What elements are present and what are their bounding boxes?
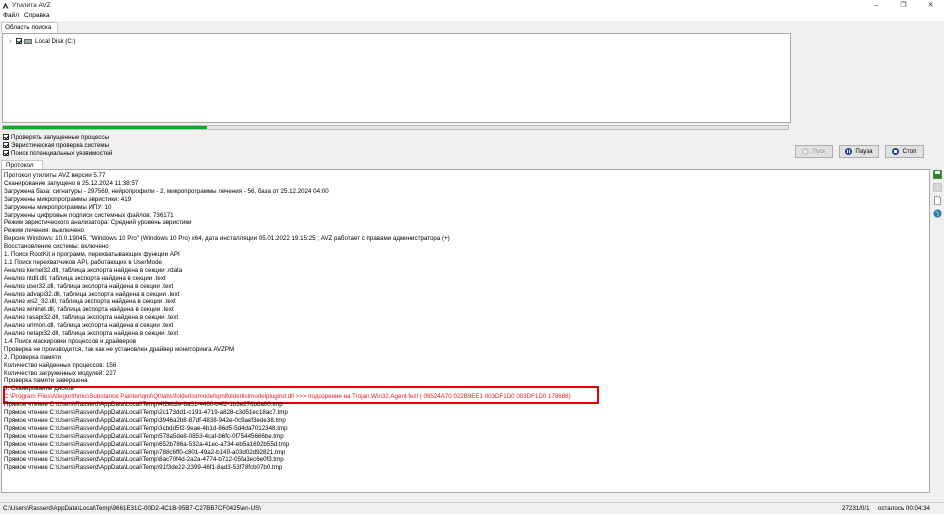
log-line: Анализ kernel32.dll, таблица экспорта на… xyxy=(4,266,183,274)
heuristic-check-checkbox[interactable] xyxy=(3,142,9,148)
log-line: Проверка не производится, так как не уст… xyxy=(4,345,235,353)
log-line: Проверка памяти завершена xyxy=(4,377,88,385)
option-label: Эвристическая проверка системы xyxy=(11,141,110,149)
save-log-icon[interactable] xyxy=(933,170,942,179)
log-line: Анализ advapi32.dll, таблица экспорта на… xyxy=(4,290,180,298)
tab-search-area[interactable]: Область поиска xyxy=(1,22,58,33)
stop-button[interactable]: Стоп xyxy=(885,145,924,158)
option-vulnerabilities[interactable]: Поиск потенциальных уязвимостей xyxy=(3,149,113,157)
stop-button-label: Стоп xyxy=(902,148,917,155)
drive-icon xyxy=(24,38,32,44)
pause-button-label: Пауза xyxy=(855,148,873,155)
pause-button[interactable]: Пауза xyxy=(839,145,879,158)
log-line: Прямое чтение C:\Users\Rasserd\AppData\L… xyxy=(4,409,288,416)
log-line: Прямое чтение C:\Users\Rasserd\AppData\L… xyxy=(4,416,286,424)
menu-help[interactable]: Справка xyxy=(24,12,50,19)
log-line: Протокол утилиты AVZ версии 5.77 xyxy=(4,172,106,179)
option-label: Поиск потенциальных уязвимостей xyxy=(11,149,113,157)
stop-icon xyxy=(892,148,900,155)
menu-bar: Файл Справка xyxy=(0,11,944,21)
log-line: Прямое чтение C:\Users\Rasserd\AppData\L… xyxy=(4,432,284,440)
window-title: Утилита AVZ xyxy=(12,2,51,9)
log-line: Версия Windows: 10.0.19045, "Windows 10 … xyxy=(4,235,450,243)
avz-app-icon xyxy=(2,2,9,9)
log-line: Сканирование запущено в 25.12.2024 11:38… xyxy=(4,179,139,187)
option-heuristic-check[interactable]: Эвристическая проверка системы xyxy=(3,141,109,149)
log-line: Прямое чтение C:\Users\Rasserd\AppData\L… xyxy=(4,440,290,448)
progress-fill xyxy=(3,126,208,129)
log-line: 1.1 Поиск перехватчиков API, работающих … xyxy=(4,258,162,266)
log-line: 1. Поиск RootKit и программ, перехватыва… xyxy=(4,251,180,258)
option-check-processes[interactable]: Проверять запущенные процессы xyxy=(3,133,109,141)
log-line: 3. Сканирование дисков xyxy=(4,385,74,393)
log-line: Прямое чтение C:\Users\Rasserd\AppData\L… xyxy=(4,424,288,432)
maximize-button[interactable]: ❐ xyxy=(890,0,917,11)
log-line: Режим лечения: выключено xyxy=(4,227,85,235)
play-icon xyxy=(802,148,810,155)
log-line: Анализ user32.dll, таблица экспорта найд… xyxy=(4,282,174,290)
start-button-label: Пуск xyxy=(812,148,826,155)
log-line: 1.4 Поиск маскировки процессов и драйвер… xyxy=(4,337,136,345)
menu-file[interactable]: Файл xyxy=(3,12,19,19)
status-bar: C:\Users\Rasserd\AppData\Local\Temp\9661… xyxy=(0,502,944,514)
log-line: Загружены микропрограммы ИПУ: 10 xyxy=(4,203,112,211)
scan-progress-bar xyxy=(2,125,789,130)
log-line: Анализ ntdll.dll, таблица экспорта найде… xyxy=(4,274,166,282)
log-line-detection: C:\Program Files\Allegorithmic\Substance… xyxy=(4,393,571,401)
log-line: Анализ netapi32.dll, таблица экспорта на… xyxy=(4,330,179,337)
vulnerabilities-checkbox[interactable] xyxy=(3,150,9,156)
log-line: Анализ rasapi32.dll, таблица экспорта на… xyxy=(4,314,179,322)
chevron-right-icon[interactable]: › xyxy=(9,38,16,45)
log-line: Загружены микропрограммы эвристики: 419 xyxy=(4,195,132,203)
local-disk-checkbox[interactable] xyxy=(16,38,22,44)
log-line: Прямое чтение C:\Users\Rasserd\AppData\L… xyxy=(4,456,284,464)
log-line: Анализ urlmon.dll, таблица экспорта найд… xyxy=(4,322,174,330)
globe-icon[interactable] xyxy=(933,209,942,218)
document-icon[interactable] xyxy=(933,196,942,205)
minimize-button[interactable]: – xyxy=(863,0,890,11)
log-line: Прямое чтение C:\Users\Rasserd\AppData\L… xyxy=(4,464,283,472)
log-line: 2. Проверка памяти xyxy=(4,353,61,361)
title-bar: Утилита AVZ – ❐ ✕ xyxy=(0,0,944,11)
log-line: Восстановление системы: включено xyxy=(4,243,109,251)
log-line: Режим эвристического анализатора: Средни… xyxy=(4,219,192,227)
status-time-remaining: осталось 00:04:34 xyxy=(878,505,930,512)
log-line: Загружены цифровые подписи системных фай… xyxy=(4,211,174,219)
status-current-path: C:\Users\Rasserd\AppData\Local\Temp\9661… xyxy=(3,505,261,512)
log-line: Количество загруженных модулей: 227 xyxy=(4,369,117,377)
log-line: Количество найденных процессов: 156 xyxy=(4,361,117,369)
protocol-log[interactable]: Протокол утилиты AVZ версии 5.77 Сканиров… xyxy=(1,169,930,493)
close-button[interactable]: ✕ xyxy=(917,0,944,11)
tree-row-local-disk[interactable]: › Local Disk (C:) xyxy=(9,37,76,45)
log-line: Анализ ws2_32.dll, таблица экспорта найд… xyxy=(4,298,176,306)
log-line: Анализ wininet.dll, таблица экспорта най… xyxy=(4,306,174,314)
log-line: Загружена база: сигнатуры - 297569, нейр… xyxy=(4,187,329,195)
check-processes-checkbox[interactable] xyxy=(3,134,9,140)
option-label: Проверять запущенные процессы xyxy=(11,133,109,141)
start-button[interactable]: Пуск xyxy=(795,145,833,158)
log-line: Прямое чтение C:\Users\Rasserd\AppData\L… xyxy=(4,448,286,456)
drive-label: Local Disk (C:) xyxy=(35,37,76,45)
log-line: Прямое чтение C:\Users\Rasserd\AppData\L… xyxy=(4,401,283,409)
disabled-tool-icon xyxy=(933,183,942,192)
pause-icon xyxy=(845,148,853,155)
search-area-tree: › Local Disk (C:) xyxy=(2,33,791,123)
status-file-count: 27231/0/1 xyxy=(842,505,870,512)
